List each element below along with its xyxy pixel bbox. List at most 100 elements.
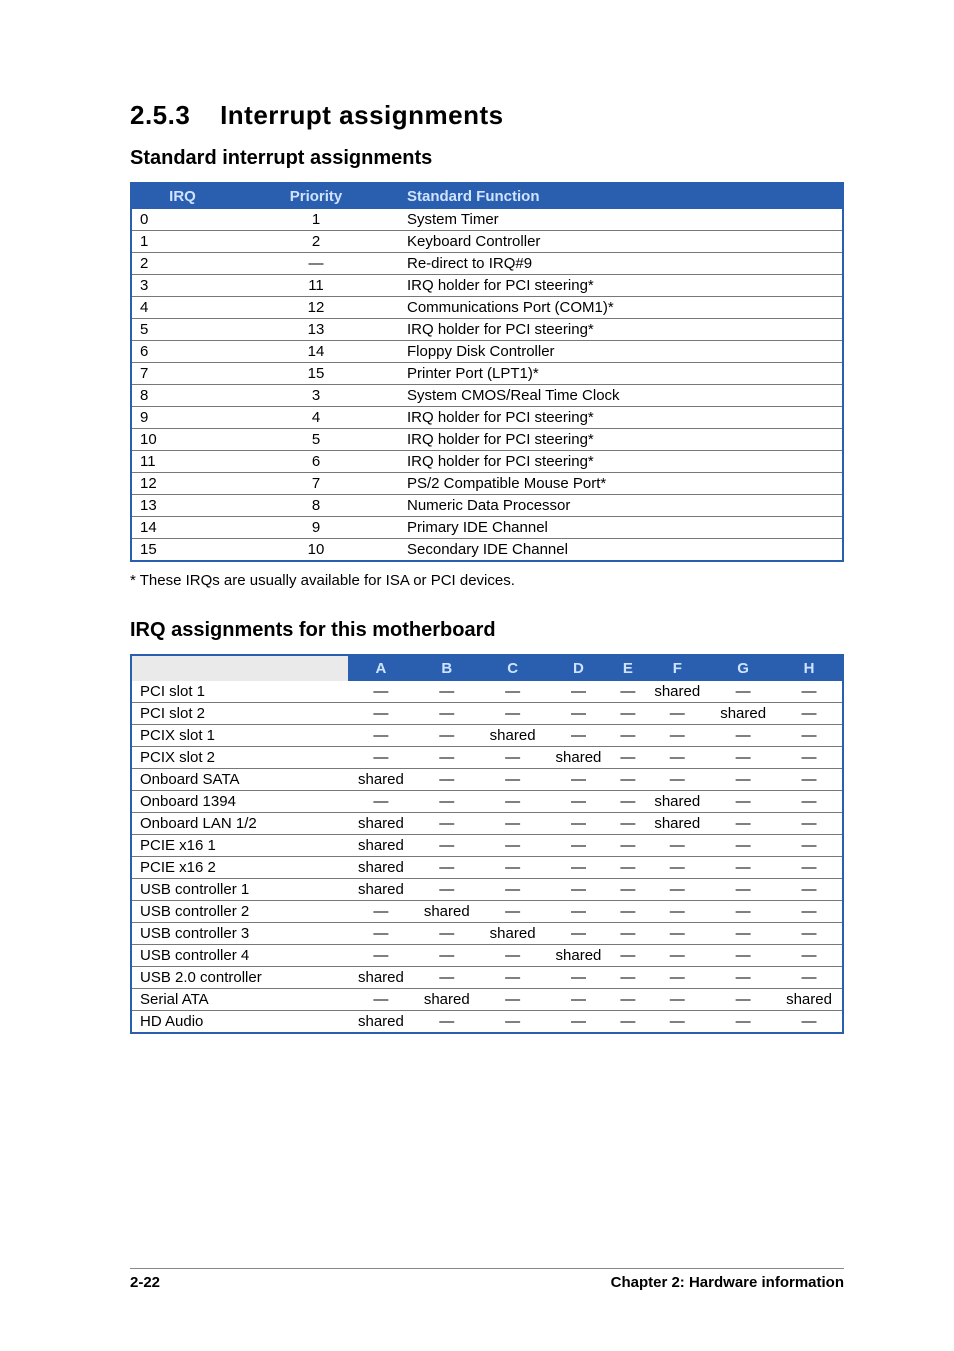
cell-priority: 15 xyxy=(233,363,399,385)
cell-value: — xyxy=(710,945,776,967)
cell-irq: 1 xyxy=(131,231,233,253)
section-title: Interrupt assignments xyxy=(220,100,504,130)
row-label: Onboard SATA xyxy=(131,769,348,791)
cell-value: — xyxy=(611,835,644,857)
table-row: USB 2.0 controllershared——————— xyxy=(131,967,843,989)
row-label: HD Audio xyxy=(131,1011,348,1034)
cell-priority: 3 xyxy=(233,385,399,407)
cell-value: — xyxy=(644,1011,710,1034)
cell-value: shared xyxy=(546,747,612,769)
cell-value: — xyxy=(644,857,710,879)
cell-value: — xyxy=(776,1011,843,1034)
page-number: 2-22 xyxy=(130,1274,160,1291)
table-row: 105IRQ holder for PCI steering* xyxy=(131,429,843,451)
cell-value: — xyxy=(480,747,546,769)
cell-value: — xyxy=(611,945,644,967)
cell-value: — xyxy=(710,813,776,835)
cell-function: Printer Port (LPT1)* xyxy=(399,363,843,385)
cell-value: shared xyxy=(348,857,414,879)
cell-value: — xyxy=(546,967,612,989)
cell-value: — xyxy=(480,769,546,791)
table-row: USB controller 2—shared—————— xyxy=(131,901,843,923)
cell-value: — xyxy=(546,835,612,857)
cell-value: — xyxy=(546,769,612,791)
cell-value: — xyxy=(776,813,843,835)
cell-value: — xyxy=(611,901,644,923)
cell-value: — xyxy=(546,879,612,901)
cell-value: — xyxy=(611,923,644,945)
cell-function: Re-direct to IRQ#9 xyxy=(399,253,843,275)
cell-value: shared xyxy=(348,769,414,791)
cell-value: — xyxy=(480,967,546,989)
cell-value: — xyxy=(348,747,414,769)
cell-value: — xyxy=(414,945,480,967)
cell-value: — xyxy=(414,747,480,769)
cell-function: IRQ holder for PCI steering* xyxy=(399,429,843,451)
cell-value: — xyxy=(611,1011,644,1034)
t1-h-priority: Priority xyxy=(233,183,399,209)
cell-value: — xyxy=(776,835,843,857)
table-row: 513IRQ holder for PCI steering* xyxy=(131,319,843,341)
cell-value: shared xyxy=(348,967,414,989)
cell-value: shared xyxy=(348,1011,414,1034)
cell-irq: 10 xyxy=(131,429,233,451)
row-label: PCI slot 2 xyxy=(131,703,348,725)
cell-function: Communications Port (COM1)* xyxy=(399,297,843,319)
cell-value: — xyxy=(776,923,843,945)
cell-value: shared xyxy=(480,923,546,945)
cell-value: — xyxy=(348,681,414,703)
cell-function: Keyboard Controller xyxy=(399,231,843,253)
cell-value: — xyxy=(480,681,546,703)
cell-value: — xyxy=(480,879,546,901)
cell-value: — xyxy=(348,923,414,945)
cell-value: — xyxy=(480,1011,546,1034)
table-row: Onboard LAN 1/2shared————shared—— xyxy=(131,813,843,835)
table-row: 94IRQ holder for PCI steering* xyxy=(131,407,843,429)
cell-value: — xyxy=(546,989,612,1011)
table-row: HD Audioshared——————— xyxy=(131,1011,843,1034)
cell-irq: 13 xyxy=(131,495,233,517)
cell-function: Numeric Data Processor xyxy=(399,495,843,517)
t2-header: D xyxy=(546,655,612,681)
cell-value: shared xyxy=(348,813,414,835)
cell-value: shared xyxy=(546,945,612,967)
cell-function: Floppy Disk Controller xyxy=(399,341,843,363)
cell-value: — xyxy=(414,835,480,857)
cell-value: — xyxy=(710,681,776,703)
cell-value: shared xyxy=(414,901,480,923)
cell-value: — xyxy=(644,725,710,747)
table-row: Serial ATA—shared—————shared xyxy=(131,989,843,1011)
cell-function: PS/2 Compatible Mouse Port* xyxy=(399,473,843,495)
cell-irq: 4 xyxy=(131,297,233,319)
cell-priority: 1 xyxy=(233,209,399,231)
cell-value: — xyxy=(546,901,612,923)
table-row: Onboard SATAshared——————— xyxy=(131,769,843,791)
row-label: USB controller 1 xyxy=(131,879,348,901)
cell-value: shared xyxy=(644,681,710,703)
cell-value: — xyxy=(710,967,776,989)
cell-value: — xyxy=(480,703,546,725)
cell-irq: 5 xyxy=(131,319,233,341)
cell-value: — xyxy=(776,703,843,725)
cell-priority: 13 xyxy=(233,319,399,341)
cell-irq: 2 xyxy=(131,253,233,275)
cell-value: — xyxy=(348,725,414,747)
t2-header xyxy=(131,655,348,681)
cell-priority: 5 xyxy=(233,429,399,451)
cell-function: Primary IDE Channel xyxy=(399,517,843,539)
cell-value: — xyxy=(644,747,710,769)
cell-value: — xyxy=(348,791,414,813)
cell-priority: 8 xyxy=(233,495,399,517)
t2-header: C xyxy=(480,655,546,681)
row-label: PCI slot 1 xyxy=(131,681,348,703)
cell-value: — xyxy=(414,725,480,747)
section-number: 2.5.3 xyxy=(130,100,190,131)
row-label: USB controller 2 xyxy=(131,901,348,923)
cell-priority: 12 xyxy=(233,297,399,319)
cell-function: IRQ holder for PCI steering* xyxy=(399,451,843,473)
row-label: USB controller 3 xyxy=(131,923,348,945)
cell-value: — xyxy=(776,857,843,879)
cell-value: shared xyxy=(710,703,776,725)
cell-value: — xyxy=(611,879,644,901)
table-row: PCI slot 1—————shared—— xyxy=(131,681,843,703)
